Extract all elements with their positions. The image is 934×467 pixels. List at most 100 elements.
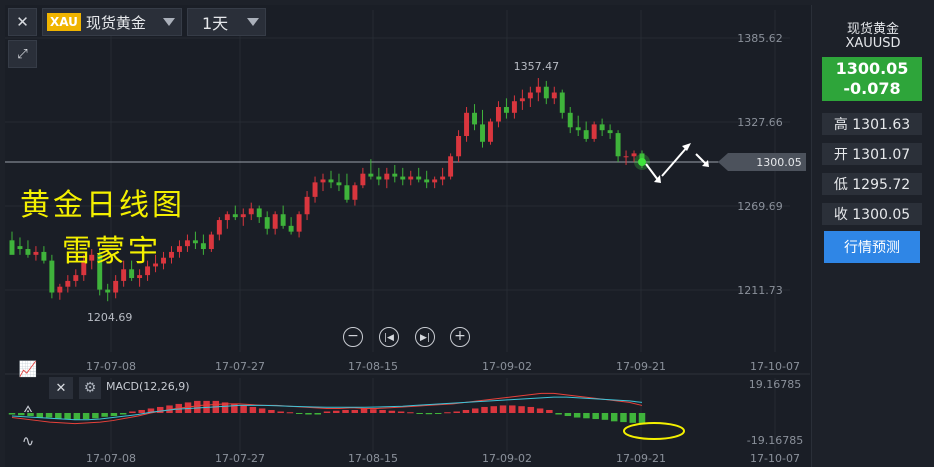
symbol-selector[interactable]: XAU 现货黄金 bbox=[42, 8, 182, 36]
candle-body bbox=[41, 251, 47, 261]
candle-body bbox=[312, 182, 318, 197]
step-forward-button[interactable]: ▶| bbox=[415, 327, 435, 347]
price-axis-label: 1269.69 bbox=[737, 200, 783, 213]
price-change: -0.078 bbox=[843, 79, 901, 98]
candle-body bbox=[200, 243, 206, 250]
price-box: 1300.05 -0.078 bbox=[822, 57, 922, 101]
candle-body bbox=[408, 176, 414, 180]
expand-button[interactable]: ⤢ bbox=[8, 40, 37, 68]
candle-body bbox=[248, 208, 254, 215]
macd-histogram-bar bbox=[295, 413, 303, 414]
candle-body bbox=[192, 240, 198, 244]
candle-body bbox=[288, 225, 294, 232]
macd-close-button[interactable]: ✕ bbox=[49, 377, 73, 399]
candle-body bbox=[472, 112, 478, 125]
stat-high: 高 1301.63 bbox=[822, 113, 922, 135]
macd-histogram-bar bbox=[323, 411, 331, 413]
candle-body bbox=[121, 269, 127, 281]
candle-body bbox=[384, 173, 390, 180]
candle-body bbox=[480, 124, 485, 142]
expand-icon: ⤢ bbox=[17, 46, 28, 62]
zoom-out-button[interactable]: − bbox=[343, 327, 363, 347]
macd-settings-button[interactable]: ⚙ bbox=[79, 377, 101, 399]
macd-histogram-bar bbox=[564, 413, 572, 417]
macd-histogram-bar bbox=[286, 412, 294, 414]
macd-axis-label: -19.16785 bbox=[747, 434, 803, 447]
draw-tool-icon[interactable]: ⟑ bbox=[15, 398, 41, 422]
step-back-button[interactable]: |◀ bbox=[379, 327, 399, 347]
close-button[interactable]: ✕ bbox=[8, 8, 37, 36]
candle-body bbox=[17, 246, 23, 250]
time-axis-label: 17-07-08 bbox=[86, 452, 136, 465]
candle-body bbox=[320, 179, 326, 183]
time-axis-label: 17-10-07 bbox=[750, 360, 800, 373]
candle-body bbox=[440, 176, 446, 180]
macd-histogram-bar bbox=[370, 409, 377, 413]
candle-body bbox=[368, 173, 374, 177]
candle-body bbox=[599, 124, 605, 131]
macd-histogram-bar bbox=[444, 412, 451, 414]
macd-histogram-bar bbox=[342, 409, 349, 413]
macd-histogram-bar bbox=[407, 412, 414, 414]
step-forward-icon: ▶| bbox=[420, 333, 430, 343]
candle-body bbox=[575, 127, 581, 131]
candle-body bbox=[224, 214, 230, 221]
candle-body bbox=[105, 289, 111, 293]
low-price-annotation: 1204.69 bbox=[87, 311, 133, 324]
macd-histogram-bar bbox=[629, 413, 636, 423]
instrument-code: XAUUSD bbox=[845, 36, 901, 51]
zoom-in-icon: + bbox=[454, 328, 466, 344]
candle-body bbox=[328, 179, 334, 183]
candle-body bbox=[583, 130, 589, 139]
macd-histogram-bar bbox=[499, 405, 507, 413]
macd-histogram-bar bbox=[583, 413, 590, 419]
time-axis-label: 17-09-21 bbox=[616, 452, 666, 465]
candle-body bbox=[296, 214, 302, 232]
macd-histogram-bar bbox=[527, 406, 535, 413]
macd-histogram-bar bbox=[351, 409, 359, 413]
time-axis-label: 17-09-21 bbox=[616, 360, 666, 373]
indicator-chart-icon[interactable]: 📈 bbox=[15, 360, 41, 384]
forecast-button[interactable]: 行情预测 bbox=[824, 231, 920, 263]
macd-histogram-bar bbox=[240, 405, 247, 413]
stat-close: 收 1300.05 bbox=[822, 203, 922, 225]
candle-body bbox=[9, 240, 15, 255]
candle-body bbox=[456, 135, 462, 157]
time-axis-label: 17-10-07 bbox=[750, 452, 800, 465]
candle-body bbox=[376, 176, 382, 180]
candle-body bbox=[392, 173, 398, 177]
candle-body bbox=[448, 156, 454, 177]
last-price: 1300.05 bbox=[835, 59, 909, 78]
quote-panel: 现货黄金 XAUUSD 1300.05 -0.078 高 1301.63 开 1… bbox=[812, 0, 934, 467]
time-axis-label: 17-09-02 bbox=[482, 452, 532, 465]
macd-histogram-bar bbox=[555, 413, 562, 415]
candle-body bbox=[280, 214, 286, 226]
candle-body bbox=[184, 240, 190, 247]
macd-histogram-bar bbox=[101, 413, 108, 417]
candle-body bbox=[344, 185, 350, 200]
macd-histogram-bar bbox=[490, 406, 498, 413]
macd-histogram-bar bbox=[379, 409, 386, 413]
macd-histogram-bar bbox=[416, 413, 423, 414]
instrument-name: 现货黄金 bbox=[846, 22, 899, 37]
period-selector[interactable]: 1天 bbox=[187, 8, 266, 36]
macd-histogram-bar bbox=[573, 413, 581, 418]
candle-body bbox=[495, 107, 501, 122]
macd-histogram-bar bbox=[434, 413, 442, 414]
time-axis-label: 17-07-27 bbox=[215, 452, 265, 465]
macd-histogram-bar bbox=[55, 413, 62, 420]
step-back-icon: |◀ bbox=[384, 333, 394, 343]
candle-body bbox=[169, 251, 174, 258]
macd-histogram-bar bbox=[592, 413, 599, 420]
wave-tool-icon[interactable]: ∿ bbox=[15, 432, 41, 456]
zoom-in-button[interactable]: + bbox=[450, 327, 470, 347]
candle-body bbox=[256, 208, 262, 218]
macd-histogram-bar bbox=[305, 413, 312, 415]
annotation-title: 黄金日线图 bbox=[20, 188, 185, 223]
chevron-down-icon bbox=[163, 18, 175, 26]
candle-body bbox=[161, 257, 166, 264]
macd-histogram-bar bbox=[388, 410, 396, 413]
macd-label: MACD(12,26,9) bbox=[106, 380, 190, 393]
price-axis-label: 1385.62 bbox=[737, 32, 783, 45]
time-axis-label: 17-08-15 bbox=[348, 360, 398, 373]
